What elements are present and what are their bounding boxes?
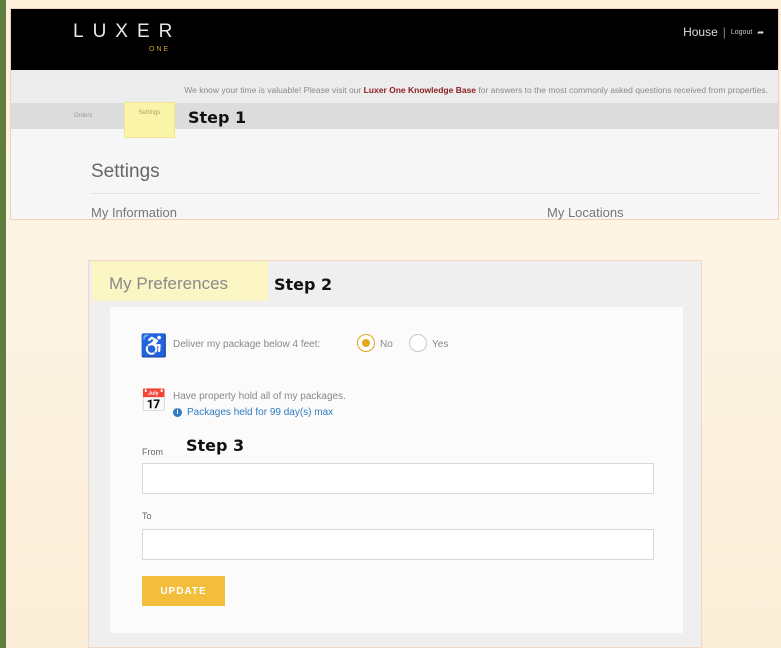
step3-annotation: Step 3: [186, 436, 245, 455]
tab-my-information[interactable]: My Information: [91, 205, 177, 220]
to-label: To: [142, 511, 152, 521]
preferences-title[interactable]: My Preferences: [109, 274, 228, 294]
page-title: Settings: [91, 161, 160, 182]
notice-prefix: We know your time is valuable! Please vi…: [184, 85, 364, 95]
luxer-logo-subtext: ONE: [149, 46, 171, 53]
radio-no-label[interactable]: No: [380, 339, 393, 350]
calendar-icon: 📅: [140, 388, 168, 413]
radio-yes-label[interactable]: Yes: [432, 339, 448, 350]
header-separator: |: [722, 25, 726, 39]
title-divider: [91, 193, 761, 194]
property-name[interactable]: House: [683, 25, 718, 39]
from-label: From: [142, 447, 163, 457]
tab-settings[interactable]: Settings: [124, 102, 175, 138]
radio-yes[interactable]: [409, 334, 427, 352]
hold-packages-label: Have property hold all of my packages.: [173, 391, 346, 402]
top-header: LUXER ONE House | Logout ➦: [11, 9, 778, 70]
tab-orders[interactable]: Orders: [74, 113, 92, 119]
radio-no[interactable]: [357, 334, 375, 352]
logout-arrow-icon[interactable]: ➦: [757, 28, 764, 37]
to-date-input[interactable]: [142, 529, 654, 560]
tab-my-locations[interactable]: My Locations: [547, 205, 624, 220]
wheelchair-icon: ♿: [140, 333, 168, 358]
header-user-area: House | Logout ➦: [683, 25, 764, 39]
update-button[interactable]: UPDATE: [142, 576, 225, 606]
step2-annotation: Step 2: [274, 275, 333, 294]
knowledge-base-link[interactable]: Luxer One Knowledge Base: [364, 85, 476, 95]
packages-held-info: Packages held for 99 day(s) max: [187, 407, 334, 418]
from-date-input[interactable]: [142, 463, 654, 494]
step1-annotation: Step 1: [188, 108, 247, 127]
notice-suffix: for answers to the most commonly asked q…: [476, 85, 768, 95]
logout-link[interactable]: Logout: [731, 29, 752, 36]
info-icon: i: [173, 408, 182, 417]
luxer-logo[interactable]: LUXER: [73, 21, 181, 43]
deliver-below-label: Deliver my package below 4 feet:: [173, 339, 321, 350]
